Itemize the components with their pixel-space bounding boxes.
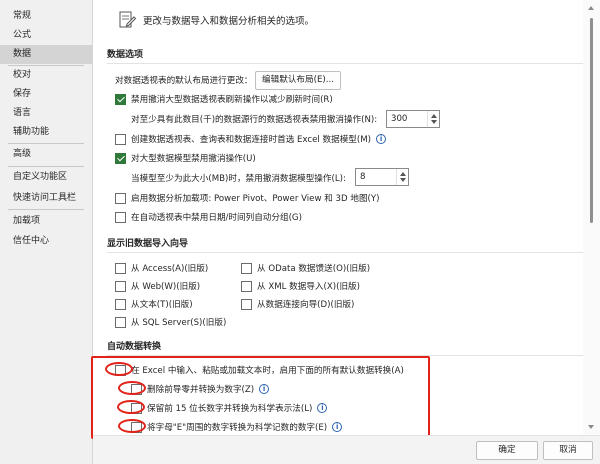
option-label: 对大型数据模型禁用撤消操作(U) <box>131 154 256 164</box>
disable-undo-model-stepper[interactable]: 8 <box>355 168 409 186</box>
stepper-value: 300 <box>391 114 408 124</box>
nav-item-trust-center[interactable]: 信任中心 <box>0 232 92 251</box>
stepper-arrows[interactable] <box>427 111 439 127</box>
nav-divider <box>8 209 84 210</box>
checkbox[interactable] <box>241 280 252 292</box>
checkbox[interactable] <box>115 93 126 105</box>
page-header: 更改与数据导入和数据分析相关的选项。 <box>117 8 314 32</box>
checkbox[interactable] <box>115 152 126 164</box>
chevron-up-icon[interactable] <box>400 172 406 176</box>
option-legacy-text[interactable]: 从文本(T)(旧版) <box>115 298 193 310</box>
checkbox[interactable] <box>115 211 126 223</box>
nav-item-proofing[interactable]: 校对 <box>0 66 92 85</box>
option-label: 从数据连接向导(D)(旧版) <box>257 300 355 310</box>
checkbox[interactable] <box>115 133 126 145</box>
options-page-icon <box>119 11 137 28</box>
option-legacy-xml[interactable]: 从 XML 数据导入(X)(旧版) <box>241 280 360 292</box>
stepper-arrows[interactable] <box>396 169 408 185</box>
checkbox[interactable] <box>115 192 126 204</box>
option-label: 从 XML 数据导入(X)(旧版) <box>257 282 361 292</box>
annotation-circle <box>118 419 146 433</box>
scrollbar-thumb[interactable] <box>590 18 593 223</box>
option-disable-undo-model[interactable]: 对大型数据模型禁用撤消操作(U) <box>115 152 256 164</box>
chevron-down-icon[interactable] <box>400 178 406 182</box>
option-label: 从 Web(W)(旧版) <box>131 282 201 292</box>
disable-undo-rows-stepper[interactable]: 300 <box>386 110 440 128</box>
option-legacy-web[interactable]: 从 Web(W)(旧版) <box>115 280 200 292</box>
option-legacy-sql[interactable]: 从 SQL Server(S)(旧版) <box>115 316 226 328</box>
default-layout-label: 对数据透视表的默认布局进行更改： <box>115 76 253 86</box>
info-icon: i <box>376 134 387 144</box>
vertical-scrollbar[interactable] <box>583 0 600 435</box>
option-label: 从文本(T)(旧版) <box>131 300 193 310</box>
option-label: 禁用撤消大型数据透视表刷新操作以减少刷新时间(R) <box>131 95 333 105</box>
edit-default-layout-button[interactable]: 编辑默认布局(E)... <box>255 71 341 90</box>
section-title-auto: 自动数据转换 <box>107 339 593 356</box>
nav-item-language[interactable]: 语言 <box>0 104 92 123</box>
annotation-circle <box>118 381 146 395</box>
options-nav: 常规 公式 数据 校对 保存 语言 辅助功能 高级 自定义功能区 快速访问工具栏… <box>0 0 93 464</box>
nav-divider <box>8 143 84 144</box>
option-disable-undo-large-pt[interactable]: 禁用撤消大型数据透视表刷新操作以减少刷新时间(R) <box>115 93 333 105</box>
nav-item-customize-ribbon[interactable]: 自定义功能区 <box>0 168 92 187</box>
disable-undo-rows-label: 对至少具有此数目(千)的数据源行的数据透视表禁用撤消操作(N): <box>131 115 378 125</box>
checkbox[interactable] <box>115 280 126 292</box>
section-title-data-options: 数据选项 <box>107 47 593 64</box>
checkbox[interactable] <box>241 298 252 310</box>
checkbox[interactable] <box>241 262 252 274</box>
option-disable-auto-group[interactable]: 在自动透视表中禁用日期/时间列自动分组(G) <box>115 211 302 223</box>
ok-button[interactable]: 确定 <box>476 441 538 460</box>
nav-item-data[interactable]: 数据 <box>0 45 92 64</box>
option-prefer-excel-model[interactable]: 创建数据透视表、查询表和数据连接时首选 Excel 数据模型(M) i <box>115 133 387 145</box>
nav-item-formulas[interactable]: 公式 <box>0 26 92 45</box>
checkbox[interactable] <box>115 298 126 310</box>
option-label: 从 OData 数据馈送(O)(旧版) <box>257 264 371 274</box>
section-title-legacy: 显示旧数据导入向导 <box>107 236 593 253</box>
annotation-circle <box>117 400 145 414</box>
scroll-down-arrow-icon[interactable] <box>588 425 594 429</box>
checkbox[interactable] <box>115 262 126 274</box>
option-label: 创建数据透视表、查询表和数据连接时首选 Excel 数据模型(M) <box>131 135 372 145</box>
nav-item-accessibility[interactable]: 辅助功能 <box>0 123 92 142</box>
checkbox[interactable] <box>115 316 126 328</box>
option-label: 启用数据分析加载项: Power Pivot、Power View 和 3D 地… <box>131 194 380 204</box>
stepper-value: 8 <box>360 172 366 182</box>
nav-item-save[interactable]: 保存 <box>0 85 92 104</box>
nav-item-addins[interactable]: 加载项 <box>0 212 92 231</box>
annotation-circle <box>105 362 133 376</box>
option-label: 从 Access(A)(旧版) <box>131 264 209 274</box>
nav-item-quick-access[interactable]: 快速访问工具栏 <box>0 189 92 208</box>
chevron-down-icon[interactable] <box>431 120 437 124</box>
option-legacy-odata[interactable]: 从 OData 数据馈送(O)(旧版) <box>241 262 370 274</box>
nav-item-general[interactable]: 常规 <box>0 7 92 26</box>
nav-item-advanced[interactable]: 高级 <box>0 145 92 164</box>
scroll-up-arrow-icon[interactable] <box>588 6 594 10</box>
option-legacy-conn[interactable]: 从数据连接向导(D)(旧版) <box>241 298 354 310</box>
disable-undo-model-label: 当模型至少为此大小(MB)时，禁用撤消数据模型操作(L): <box>131 174 346 184</box>
option-legacy-access[interactable]: 从 Access(A)(旧版) <box>115 262 208 274</box>
option-enable-addins[interactable]: 启用数据分析加载项: Power Pivot、Power View 和 3D 地… <box>115 192 380 204</box>
dialog-footer: 确定 取消 <box>93 435 600 464</box>
chevron-up-icon[interactable] <box>431 114 437 118</box>
cancel-button[interactable]: 取消 <box>543 441 593 460</box>
option-label: 从 SQL Server(S)(旧版) <box>131 318 227 328</box>
nav-divider <box>8 166 84 167</box>
option-label: 在自动透视表中禁用日期/时间列自动分组(G) <box>131 213 302 223</box>
page-description: 更改与数据导入和数据分析相关的选项。 <box>143 16 315 27</box>
